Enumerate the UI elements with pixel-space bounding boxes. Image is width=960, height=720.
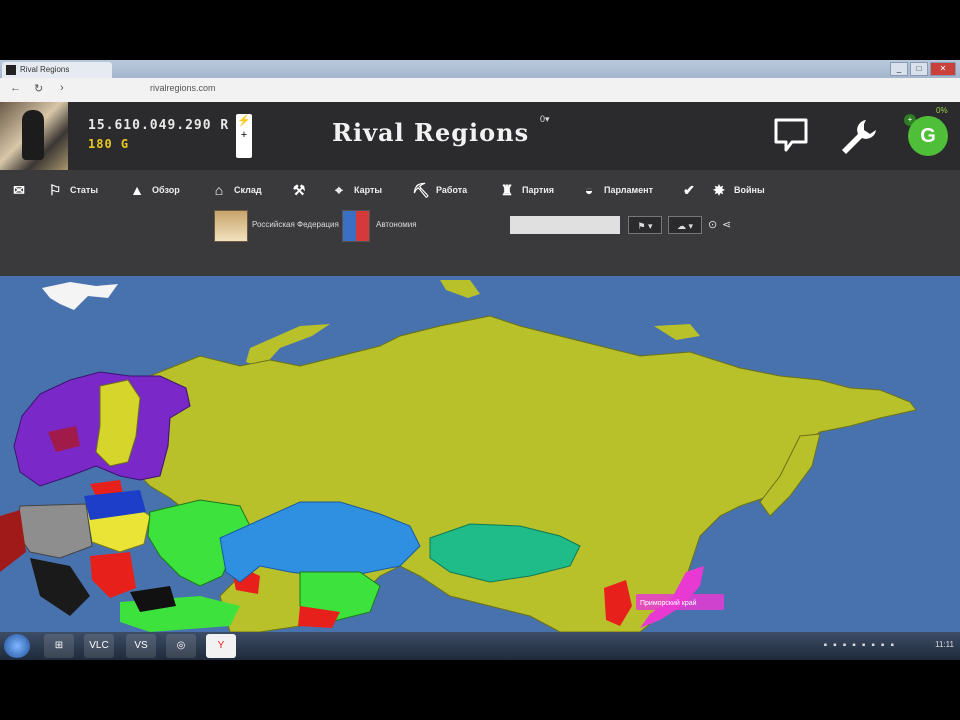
level-badge[interactable]: G	[908, 116, 948, 156]
close-button[interactable]: ✕	[930, 62, 956, 76]
back-icon[interactable]: ←	[10, 82, 21, 94]
map-mode-select[interactable]: ⚑ ▾	[628, 216, 662, 234]
region-label: Приморский край	[640, 599, 697, 607]
stats-icon: ⚐	[48, 181, 62, 198]
share-icon[interactable]: ⋖	[722, 218, 731, 231]
map-italy	[30, 558, 90, 616]
nav-item-parliament[interactable]: ◒ Парламент	[580, 180, 653, 200]
nav-label: Работа	[436, 185, 468, 195]
window-controls: _ □ ✕	[890, 62, 956, 76]
nav-item-map[interactable]: ⌖ Карты	[330, 180, 382, 200]
level-percent: 0%	[936, 106, 948, 115]
url-text[interactable]: rivalregions.com	[150, 83, 216, 93]
nav-item-work[interactable]: ⛏ Работа	[412, 180, 467, 200]
map-pin-icon: ⌖	[335, 181, 343, 198]
taskbar-app[interactable]: ⊞	[44, 634, 74, 658]
screen: Rival Regions _ □ ✕ ← ↻ › rivalregions.c…	[0, 60, 960, 660]
nav-item-check[interactable]: ✔	[680, 180, 698, 200]
avatar[interactable]	[0, 102, 68, 170]
system-tray[interactable]: ▪▪▪▪▪▪▪▪	[824, 640, 900, 651]
game-header: 15.610.049.290 R 180 G ⚡ + Rival Regions …	[0, 102, 960, 170]
world-map[interactable]: Приморский край	[0, 276, 960, 632]
main-nav: ✉ ⚐ Статы ▲ Обзор ⌂ Склад ⚒ ⌖ Карты ⛏ Работа …	[0, 170, 960, 208]
nav-label: Парламент	[604, 185, 653, 195]
map-germany	[15, 503, 93, 559]
address-bar: ← ↻ › rivalregions.com	[0, 78, 960, 103]
state-name[interactable]: Российская Федерация	[252, 220, 339, 229]
nav-label: Карты	[354, 185, 383, 195]
nav-item-wars[interactable]: ✸ Войны	[710, 180, 765, 200]
map-layer-select[interactable]: ☁ ▾	[668, 216, 702, 234]
reload-icon[interactable]: ↻	[34, 82, 43, 95]
autonomy-name[interactable]: Автономия	[376, 220, 417, 229]
maximize-button[interactable]: □	[910, 62, 928, 76]
nav-label: Войны	[734, 185, 765, 195]
refresh-icon[interactable]: ⊙	[708, 218, 717, 231]
title-badge: 0▾	[540, 114, 550, 124]
storage-icon: ⌂	[214, 182, 224, 198]
page-title: Rival Regions	[332, 118, 530, 147]
map-search-input[interactable]	[510, 216, 620, 234]
nav-item-storage[interactable]: ⌂ Склад	[210, 180, 262, 200]
forward-icon[interactable]: ›	[60, 82, 64, 94]
clock: 11:11	[935, 640, 954, 649]
autonomy-flag[interactable]	[342, 210, 370, 242]
nav-item-overview[interactable]: ▲ Обзор	[128, 180, 180, 200]
start-button[interactable]	[4, 634, 30, 658]
food-icon: ▲	[130, 182, 144, 198]
war-icon: ✸	[713, 181, 725, 198]
energy-bar[interactable]: ⚡ +	[236, 114, 252, 158]
mail-icon: ✉	[13, 181, 25, 198]
tab-title: Rival Regions	[20, 65, 70, 74]
browser-titlebar: Rival Regions _ □ ✕	[0, 60, 960, 78]
nav-item-mail[interactable]: ✉	[10, 180, 28, 200]
chat-icon[interactable]	[772, 116, 810, 156]
taskbar-app[interactable]: VLC	[84, 634, 114, 658]
nav-item-stats[interactable]: ⚐ Статы	[46, 180, 98, 200]
wrench-icon[interactable]	[836, 114, 880, 158]
auction-icon: ⚒	[292, 181, 306, 198]
nav-label: Склад	[234, 185, 262, 195]
gold-balance: 180 G	[88, 137, 130, 151]
tab-favicon-icon	[6, 65, 16, 75]
state-emblem[interactable]	[214, 210, 248, 242]
money-balance: 15.610.049.290 R	[88, 118, 230, 133]
nav-label: Партия	[522, 185, 555, 195]
parliament-icon: ◒	[584, 182, 594, 198]
pickaxe-icon: ⛏	[412, 181, 430, 198]
party-icon: ♜	[500, 181, 514, 198]
browser-tab[interactable]: Rival Regions	[2, 62, 112, 78]
map-balkans	[90, 552, 136, 598]
map-arctic-island	[654, 324, 700, 340]
nav-label: Обзор	[152, 185, 180, 195]
minimize-button[interactable]: _	[890, 62, 908, 76]
taskbar: ⊞ VLC VS ◎ Y ▪▪▪▪▪▪▪▪ 11:11	[0, 632, 960, 660]
taskbar-app[interactable]: VS	[126, 634, 156, 658]
taskbar-app[interactable]: Y	[206, 634, 236, 658]
map-svalbard	[42, 282, 118, 310]
avatar-figure	[22, 110, 44, 160]
map-arctic-island	[440, 280, 480, 298]
taskbar-app[interactable]: ◎	[166, 634, 196, 658]
check-icon: ✔	[683, 181, 695, 198]
energy-plus: +	[240, 129, 248, 141]
nav-label: Статы	[70, 185, 99, 195]
state-bar: Российская Федерация Автономия ⚑ ▾ ☁ ▾ ⊙…	[0, 208, 960, 276]
nav-item-party[interactable]: ♜ Партия	[498, 180, 554, 200]
nav-item-auction[interactable]: ⚒	[290, 180, 308, 200]
